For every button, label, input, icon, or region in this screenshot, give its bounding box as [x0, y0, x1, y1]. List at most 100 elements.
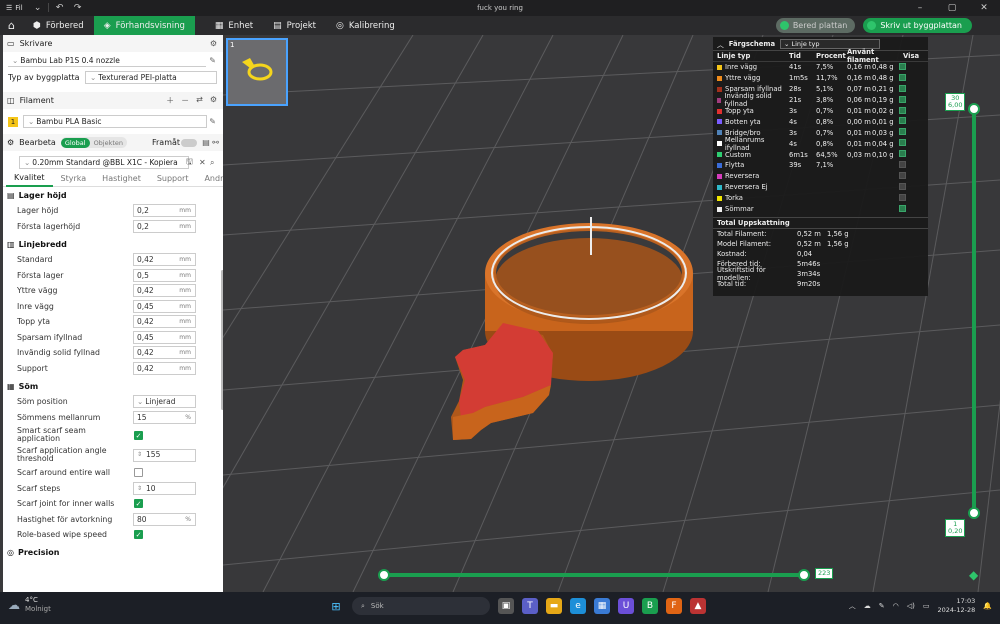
home-button[interactable]: ⌂	[0, 16, 23, 35]
app-red-icon[interactable]: ▲	[690, 598, 706, 614]
visibility-checkbox[interactable]	[899, 171, 906, 179]
layer-bottom-handle[interactable]	[968, 507, 980, 519]
visibility-checkbox[interactable]	[899, 150, 906, 158]
app-icon[interactable]: U	[618, 598, 634, 614]
weather-widget[interactable]: ☁ 4°C Molnigt	[8, 596, 51, 614]
taskbar-search[interactable]: ⌕ Sök	[352, 597, 490, 615]
bambu-studio-icon[interactable]: B	[642, 598, 658, 614]
pen-icon[interactable]: ✎	[879, 602, 885, 610]
edit-icon[interactable]: ✎	[209, 117, 216, 126]
setting-input[interactable]: 0,42 mm	[133, 284, 196, 298]
filament-select[interactable]: ⌄ Bambu PLA Basic	[23, 115, 207, 128]
visibility-checkbox[interactable]	[899, 117, 906, 125]
subtab-strength[interactable]: Styrka	[53, 171, 95, 187]
toggle-global[interactable]: Global	[60, 137, 90, 148]
chevron-up-icon[interactable]: ︿	[849, 601, 856, 611]
edge-icon[interactable]: e	[570, 598, 586, 614]
line-type-select[interactable]: ⌄ Linje typ	[780, 38, 881, 49]
redo-icon[interactable]: ↷	[69, 3, 87, 13]
store-icon[interactable]: ▦	[594, 598, 610, 614]
preset-select[interactable]: ⌄ 0.20mm Standard @BBL X1C - Kopiera	[19, 156, 189, 169]
toggle-objects[interactable]: Objekten	[90, 138, 127, 148]
close-icon[interactable]: ✕	[199, 158, 206, 167]
wifi-icon[interactable]: ◠	[893, 602, 899, 610]
cloud-tray-icon[interactable]: ☁	[864, 602, 871, 610]
subtab-quality[interactable]: Kvalitet	[6, 171, 53, 187]
subtab-support[interactable]: Support	[149, 171, 197, 187]
file-explorer-icon[interactable]: ▬	[546, 598, 562, 614]
visibility-checkbox[interactable]	[899, 128, 906, 136]
maximize-icon[interactable]: ▢	[936, 0, 968, 16]
visibility-checkbox[interactable]	[899, 73, 906, 81]
subtab-speed[interactable]: Hastighet	[94, 171, 149, 187]
smart-scarf-checkbox[interactable]: ✓	[134, 430, 143, 440]
tab-preview[interactable]: ◈ Förhandsvisning	[93, 16, 195, 35]
global-objects-toggle[interactable]: Global Objekten	[60, 137, 128, 148]
windows-start-icon[interactable]: ⊞	[328, 598, 344, 614]
subtab-others[interactable]: Andra	[196, 171, 223, 187]
setting-input[interactable]: 0,42 mm	[133, 253, 196, 267]
move-slider[interactable]	[378, 569, 810, 581]
visibility-checkbox[interactable]	[899, 204, 906, 212]
teams-icon[interactable]: T	[522, 598, 538, 614]
visibility-checkbox[interactable]	[899, 106, 906, 114]
slice-plate-button[interactable]: Bered plattan	[775, 18, 856, 33]
remove-icon[interactable]: －	[181, 95, 189, 106]
3d-viewport[interactable]: 1 ︿ Färgschema ⌄ Linje typ Linje typ Tid …	[223, 35, 1000, 592]
save-icon[interactable]: 🖫	[186, 156, 193, 170]
printer-select[interactable]: ⌄ Bambu Lab P1S 0.4 nozzle	[8, 54, 206, 67]
move-end-handle[interactable]	[798, 569, 810, 581]
setting-input[interactable]: 0,2 mm	[133, 204, 196, 218]
advanced-toggle[interactable]	[181, 138, 197, 147]
seam-position-select[interactable]: ⌄ Linjerad	[133, 395, 196, 409]
app-orange-icon[interactable]: F	[666, 598, 682, 614]
file-menu[interactable]: ☰ Fil	[0, 4, 29, 12]
chevron-down-icon[interactable]: ⌄	[29, 3, 47, 13]
visibility-checkbox[interactable]	[899, 182, 906, 190]
tab-device[interactable]: ▦ Enhet	[205, 16, 263, 35]
clock[interactable]: 17:03 2024-12-28	[938, 597, 976, 615]
plate-type-select[interactable]: ⌄ Texturerad PEI-platta	[85, 71, 217, 84]
layer-slider[interactable]	[968, 103, 980, 519]
setting-input[interactable]: 15%	[133, 410, 196, 424]
settings-icon[interactable]: ⚙	[210, 39, 217, 48]
setting-input[interactable]: 0,5 mm	[133, 268, 196, 282]
battery-icon[interactable]: ▭	[923, 602, 930, 610]
scarf-steps-spinner[interactable]: ⇕ 10	[133, 481, 196, 495]
visibility-checkbox[interactable]	[899, 95, 906, 103]
setting-input[interactable]: 0,42 mm	[133, 346, 196, 360]
sync-icon[interactable]: ⇄	[196, 95, 203, 106]
compare-icon[interactable]: ▤ ⚯	[202, 138, 219, 147]
setting-input[interactable]: 0,42 mm	[133, 361, 196, 375]
setting-input[interactable]: 0,45 mm	[133, 330, 196, 344]
scarf-inner-walls-checkbox[interactable]: ✓	[134, 499, 143, 509]
visibility-checkbox[interactable]	[899, 193, 906, 201]
volume-icon[interactable]: ◁)	[907, 602, 915, 610]
setting-input[interactable]: 80%	[133, 512, 196, 526]
layer-top-handle[interactable]	[968, 103, 980, 115]
visibility-checkbox[interactable]	[899, 160, 906, 168]
role-wipe-checkbox[interactable]: ✓	[134, 530, 143, 540]
plate-thumbnail[interactable]: 1	[226, 38, 288, 106]
settings-icon[interactable]: ⚙	[210, 95, 217, 106]
tab-prepare[interactable]: ⬢ Förbered	[23, 16, 94, 35]
setting-input[interactable]: 0,2 mm	[133, 219, 196, 233]
visibility-checkbox[interactable]	[899, 84, 906, 92]
collapse-icon[interactable]: ︿	[717, 39, 724, 49]
layers-icon[interactable]: ◆	[969, 568, 983, 582]
tab-project[interactable]: ▤ Projekt	[263, 16, 326, 35]
visibility-checkbox[interactable]	[899, 139, 906, 147]
close-icon[interactable]: ✕	[968, 0, 1000, 16]
setting-input[interactable]: 0,42 mm	[133, 315, 196, 329]
edit-icon[interactable]: ✎	[209, 56, 216, 65]
visibility-checkbox[interactable]	[899, 62, 906, 70]
print-plate-button[interactable]: Skriv ut byggplattan	[863, 18, 972, 33]
angle-spinner[interactable]: ⇕ 155	[133, 448, 196, 462]
search-icon[interactable]: ⌕	[210, 158, 214, 168]
undo-icon[interactable]: ↶	[51, 3, 69, 13]
move-start-handle[interactable]	[378, 569, 390, 581]
setting-input[interactable]: 0,45 mm	[133, 299, 196, 313]
minimize-icon[interactable]: –	[904, 0, 936, 16]
tab-calibration[interactable]: ◎ Kalibrering	[326, 16, 405, 35]
task-view-icon[interactable]: ▣	[498, 598, 514, 614]
